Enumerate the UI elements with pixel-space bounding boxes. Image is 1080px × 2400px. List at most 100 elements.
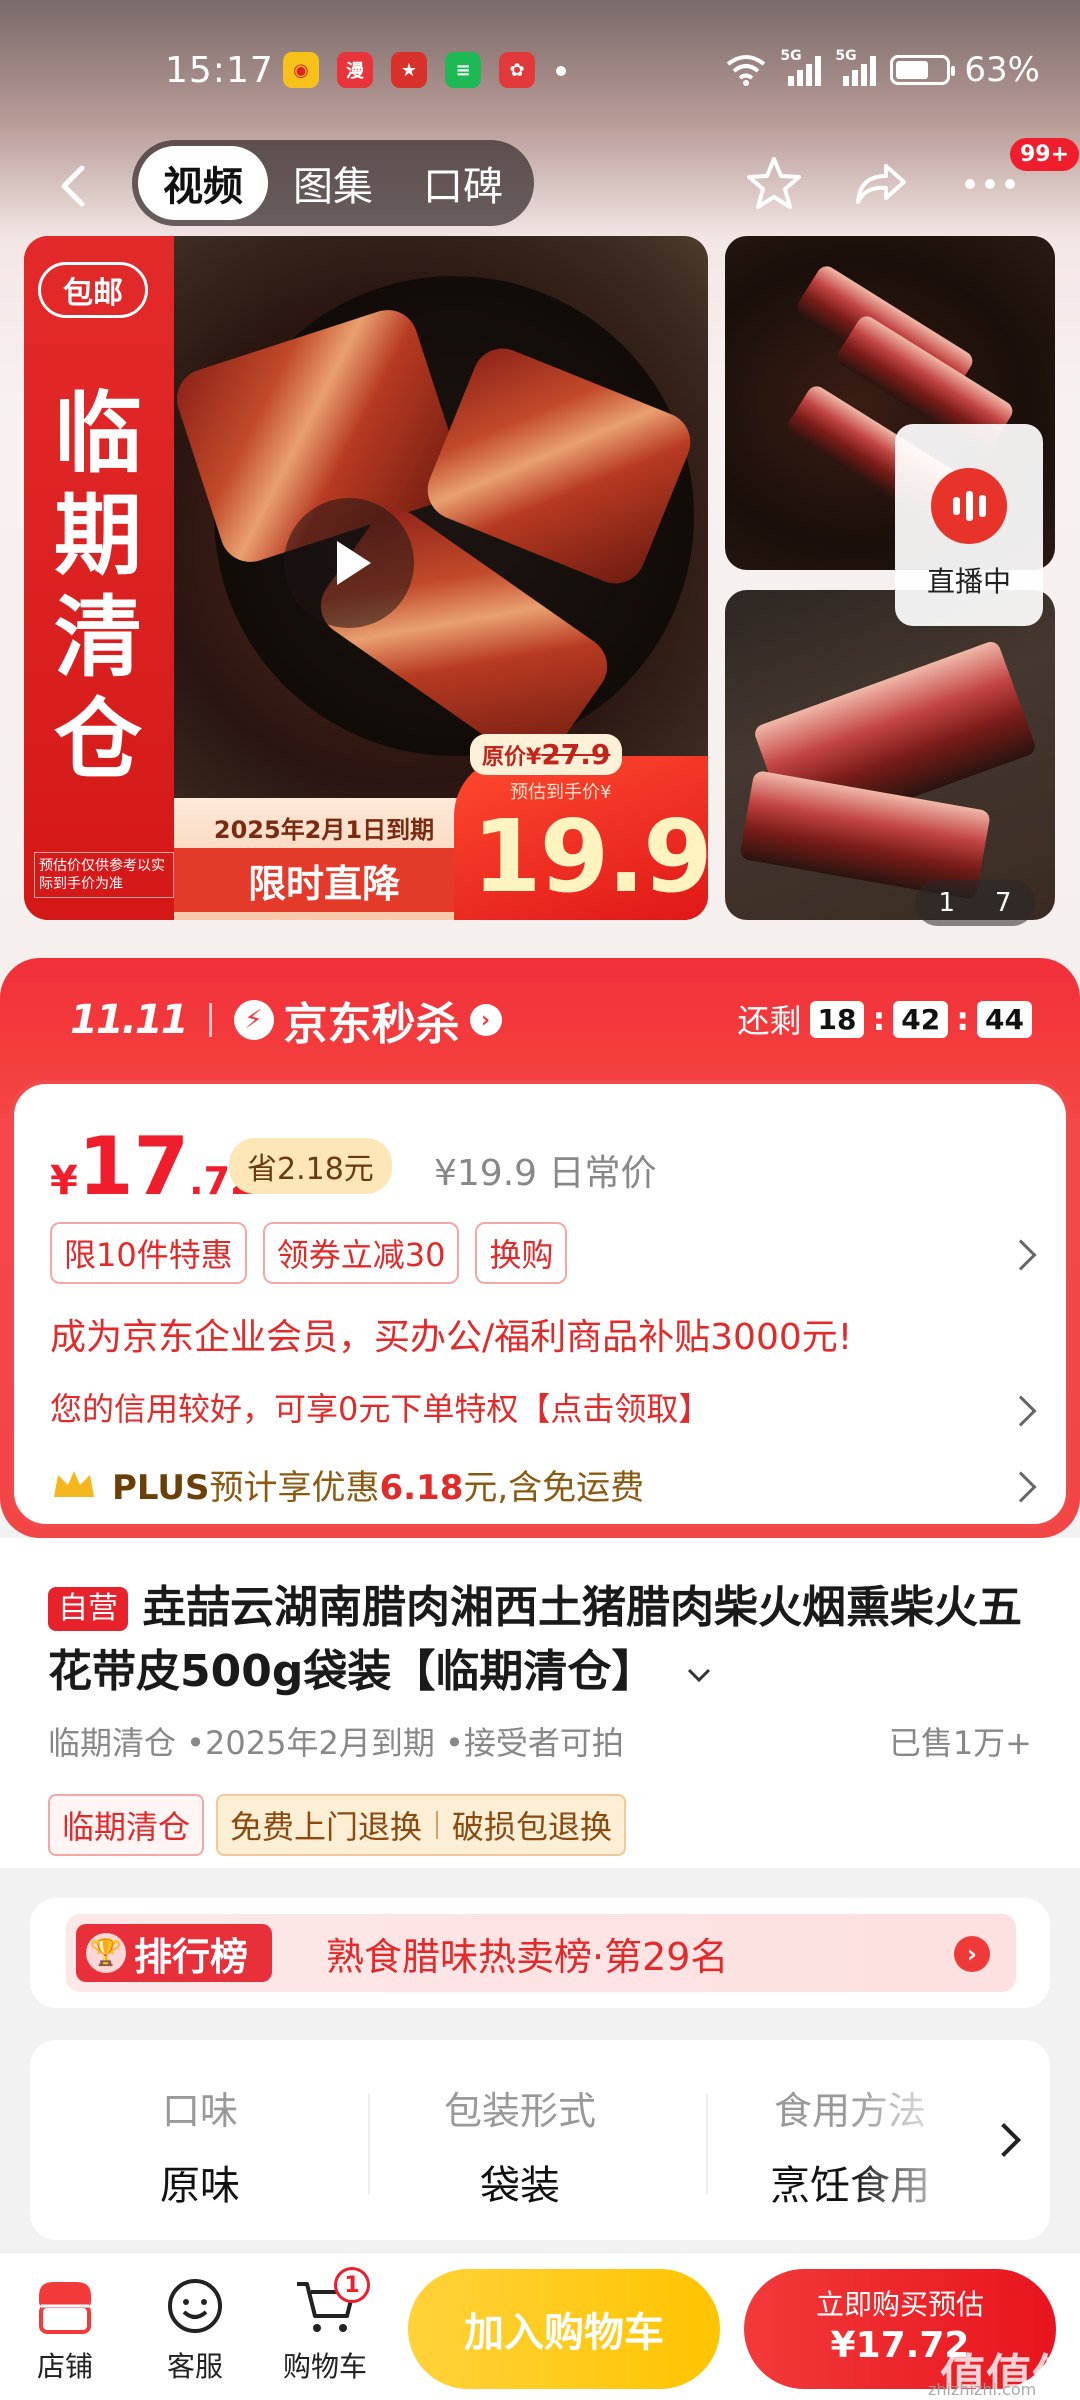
divider	[208, 1003, 212, 1037]
chevron-right-icon: ›	[954, 1936, 990, 1972]
estimated-price: 19.9	[472, 798, 708, 915]
live-label: 直播中	[926, 565, 1011, 598]
product-title[interactable]: 自营 垚喆云湖南腊肉湘西土猪腊肉柴火烟熏柴火五花带皮500g袋装【临期清仓】	[48, 1576, 1028, 1704]
promo-tag: 限10件特惠	[50, 1222, 247, 1284]
battery-percent: 63%	[964, 50, 1040, 90]
status-bar: 15:17 ◉ 漫 ★ ≡ ✿ 5G 5G 63%	[0, 0, 1080, 140]
image-pager: 1 7	[915, 880, 1035, 926]
signal-icon-2: 5G	[835, 48, 877, 86]
chevron-down-icon	[687, 1668, 710, 1683]
chat-app-icon: ≡	[445, 52, 481, 88]
free-shipping-badge: 包邮	[38, 262, 148, 318]
product-meta: 临期清仓 •2025年2月到期 •接受者可拍	[48, 1724, 624, 1762]
ranking-text: 熟食腊味热卖榜·第29名	[326, 1935, 729, 1979]
ad-app-icon: ✿	[499, 52, 535, 88]
cart-count-badge: 1	[334, 2267, 370, 2303]
main-product-image[interactable]: 包邮 临期清仓 预估价仅供参考以实际到手价为准 2025年2月1日到期 限时直降…	[24, 236, 708, 920]
cart-button[interactable]: 1 购物车	[270, 2267, 380, 2385]
flash-sale-card: 11.11 ⚡ 京东秒杀 › 还剩 18 : 42 : 44 ¥ 17 .72 …	[0, 958, 1080, 1538]
remaining-label: 还剩	[737, 1002, 802, 1040]
status-right: 5G 5G 63%	[726, 48, 1040, 90]
chevron-right-icon: ›	[469, 1004, 502, 1036]
self-operated-badge: 自营	[48, 1587, 128, 1631]
message-badge: 99+	[1010, 138, 1080, 171]
current-price: ¥ 17 .72	[50, 1120, 257, 1213]
trophy-icon: 🏆	[86, 1933, 126, 1973]
double-11-logo: 11.11	[70, 997, 189, 1043]
favorite-button[interactable]	[742, 152, 806, 216]
battery-icon	[890, 55, 956, 85]
chevron-right-icon[interactable]	[1005, 1395, 1037, 1427]
promo-tags[interactable]: 限10件特惠 领券立减30 换购	[50, 1222, 568, 1284]
return-tags: 免费上门退换 破损包退换	[216, 1794, 627, 1856]
ranking-banner: 🏆 排行榜 熟食腊味热卖榜·第29名 ›	[66, 1914, 1016, 1992]
price-tag: 原价¥27.9 预估到手价¥ 19.9	[454, 734, 708, 920]
countdown-minutes: 42	[893, 1000, 949, 1038]
media-tabs: 视频 图集 口碑	[132, 140, 534, 226]
signal-icon: 5G	[780, 48, 822, 86]
promo-strip: 包邮 临期清仓 预估价仅供参考以实际到手价为准	[24, 236, 174, 920]
tab-gallery[interactable]: 图集	[268, 146, 398, 220]
man-app-icon: 漫	[337, 52, 373, 88]
add-to-cart-button[interactable]: 加入购物车	[408, 2269, 720, 2389]
lightning-icon: ⚡	[233, 1000, 274, 1040]
live-stream-button[interactable]: 直播中	[895, 424, 1043, 626]
pager-current: 1	[938, 888, 955, 918]
clearance-title: 临期清仓	[53, 381, 142, 791]
more-dots-icon	[965, 179, 1015, 189]
expiry-banner: 2025年2月1日到期 限时直降	[174, 798, 474, 920]
promo-tag: 换购	[475, 1222, 568, 1284]
pager-total: 7	[995, 888, 1012, 918]
share-button[interactable]	[850, 152, 914, 216]
daily-price: ¥19.9 日常价	[434, 1153, 657, 1194]
store-button[interactable]: 店铺	[10, 2275, 120, 2385]
weibo-icon: ◉	[283, 52, 319, 88]
back-button[interactable]	[50, 162, 98, 210]
spec-flavor: 口味 原味	[160, 2089, 240, 2209]
credit-promo[interactable]: 您的信用较好，可享0元下单特权【点击领取】	[50, 1384, 710, 1430]
customer-service-button[interactable]: 客服	[140, 2275, 250, 2385]
chevron-right-icon[interactable]	[1005, 1471, 1037, 1503]
wifi-icon	[727, 55, 766, 86]
divider	[706, 2094, 708, 2194]
countdown-timer: 还剩 18 : 42 : 44	[737, 996, 1032, 1042]
play-button[interactable]	[284, 498, 414, 628]
service-tags[interactable]: 临期清仓 免费上门退换 破损包退换	[48, 1794, 627, 1856]
promo-tag: 领券立减30	[262, 1222, 460, 1284]
plus-promo[interactable]: PLUS预计享优惠6.18元,含免运费	[50, 1460, 644, 1509]
promo-label: 限时直降	[174, 848, 474, 912]
original-price: 原价¥27.9	[470, 734, 623, 775]
thumbnail-image-2[interactable]	[725, 590, 1055, 920]
chat-face-icon	[168, 2279, 222, 2333]
flash-sale-title: ⚡ 京东秒杀 ›	[233, 988, 502, 1052]
chevron-left-icon	[61, 165, 85, 207]
star-icon	[747, 157, 801, 209]
clearance-tag: 临期清仓	[48, 1794, 205, 1856]
ranking-badge: 🏆 排行榜	[76, 1924, 272, 1982]
crown-icon	[54, 1470, 94, 1497]
tab-video[interactable]: 视频	[138, 146, 268, 220]
more-notifications-dot	[556, 66, 566, 76]
play-icon	[337, 541, 371, 585]
game-app-icon: ★	[391, 52, 427, 88]
chevron-right-icon[interactable]	[1005, 1239, 1037, 1271]
ranking-card[interactable]: 🏆 排行榜 熟食腊味热卖榜·第29名 ›	[30, 1898, 1050, 2008]
notification-icons: ◉ 漫 ★ ≡ ✿	[283, 52, 535, 88]
divider	[368, 2094, 370, 2194]
expiry-date: 2025年2月1日到期	[213, 816, 435, 844]
status-time: 15:17	[165, 50, 274, 91]
spec-card[interactable]: 口味 原味 包装形式 袋装 食用方法 烹饪食用	[30, 2040, 1050, 2240]
countdown-hours: 18	[809, 1000, 865, 1038]
savings-badge: 省2.18元	[229, 1138, 392, 1194]
flash-sale-header[interactable]: 11.11 ⚡ 京东秒杀 ›	[70, 988, 502, 1052]
top-nav: 视频 图集 口碑 99+	[0, 138, 1080, 240]
live-icon	[931, 468, 1007, 544]
product-info: 自营 垚喆云湖南腊肉湘西土猪腊肉柴火烟熏柴火五花带皮500g袋装【临期清仓】 临期…	[0, 1538, 1080, 1868]
watermark-url: zhizhizhi.com	[928, 2380, 1037, 2399]
tab-reviews[interactable]: 口碑	[398, 146, 528, 220]
share-icon	[856, 164, 906, 204]
spec-packaging: 包装形式 袋装	[443, 2089, 596, 2209]
flash-sale-details: ¥ 17 .72 省2.18元 ¥19.9 日常价 限10件特惠 领券立减30 …	[10, 1080, 1070, 1528]
countdown-seconds: 44	[977, 1000, 1032, 1038]
enterprise-promo[interactable]: 成为京东企业会员，买办公/福利商品补贴3000元!	[50, 1308, 852, 1360]
